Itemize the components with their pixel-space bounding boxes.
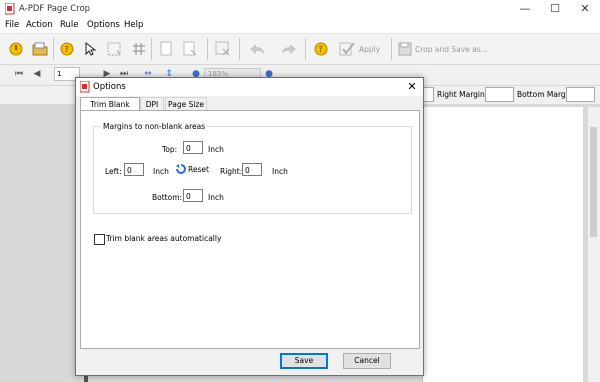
bottom-margin-input[interactable] (566, 87, 595, 102)
first-page-icon: ⏮ (14, 69, 24, 79)
rule-icon: ? (314, 42, 328, 56)
app-icon (5, 3, 15, 15)
left-unit: Inch (153, 167, 169, 176)
toolbar-separator (391, 38, 392, 60)
prev-page-button[interactable]: ◀ (30, 67, 44, 81)
reset-refresh-icon (176, 164, 186, 174)
new-icon (9, 42, 23, 56)
page-edit-button[interactable] (180, 39, 200, 59)
reset-button[interactable]: Reset (176, 164, 209, 174)
toolbar-separator (239, 38, 240, 60)
top-unit: Inch (208, 145, 224, 154)
delete-icon (215, 41, 230, 56)
left-margin-field[interactable]: 0 (124, 163, 144, 176)
dialog-app-icon (80, 81, 90, 93)
cursor-icon (85, 42, 96, 56)
top-label: Top: (162, 145, 178, 154)
help-button[interactable]: ? (57, 39, 77, 59)
toolbar-separator (207, 38, 208, 60)
dialog-close-button[interactable]: ✕ (402, 78, 422, 96)
menu-file[interactable]: File (5, 20, 19, 30)
tab-panel: Margins to non-blank areas Top: 0 Inch L… (80, 110, 420, 349)
delete-crop-button[interactable] (213, 39, 233, 59)
question-icon: ? (60, 42, 74, 56)
options-dialog: Options ✕ Trim Blank Areas DPI Page Size… (75, 77, 424, 376)
menu-action[interactable]: Action (26, 20, 53, 30)
page-button[interactable] (156, 39, 176, 59)
dialog-title: Options (93, 82, 126, 92)
dialog-title-bar (76, 78, 423, 96)
crop-save-label: Crop and Save as... (415, 44, 488, 54)
trim-auto-label[interactable]: Trim blank areas automatically (106, 234, 221, 243)
apply-label: Apply (359, 44, 381, 54)
toolbar-separator (305, 38, 306, 60)
save-disk-icon (398, 42, 412, 56)
grid-button[interactable] (129, 39, 149, 59)
minimize-button[interactable]: — (510, 0, 540, 18)
menu-rule[interactable]: Rule (60, 20, 79, 30)
reset-label: Reset (188, 164, 209, 174)
cancel-button[interactable]: Cancel (343, 353, 391, 369)
undo-button[interactable] (247, 39, 267, 59)
crop-save-button[interactable]: Crop and Save as... (398, 39, 488, 59)
right-label: Right: (220, 167, 243, 176)
redo-icon (282, 44, 296, 54)
save-button[interactable]: Save (280, 353, 328, 369)
apply-button[interactable]: Apply (339, 39, 385, 59)
close-button[interactable]: ✕ (570, 0, 600, 18)
top-margin-field[interactable]: 0 (183, 141, 203, 154)
margins-group-title: Margins to non-blank areas (101, 122, 208, 131)
right-margin-field[interactable]: 0 (242, 163, 262, 176)
maximize-button[interactable]: ☐ (540, 0, 570, 18)
left-label: Left: (105, 167, 122, 176)
first-page-button[interactable]: ⏮ (12, 67, 26, 81)
right-unit: Inch (272, 167, 288, 176)
crop-rect-button[interactable] (104, 39, 124, 59)
undo-icon (250, 44, 264, 54)
apply-check-icon (339, 42, 355, 56)
right-margin-label: Right Margin: (437, 90, 488, 99)
trim-auto-checkbox[interactable] (94, 234, 105, 245)
app-title: A-PDF Page Crop (19, 4, 91, 14)
svg-text:?: ? (319, 45, 323, 54)
page-icon (160, 41, 172, 56)
toolbar-separator (53, 38, 54, 60)
prev-page-icon: ◀ (33, 69, 41, 79)
bottom-unit: Inch (208, 193, 224, 202)
right-margin-input[interactable] (485, 87, 514, 102)
select-tool-button[interactable] (80, 39, 100, 59)
open-folder-icon (32, 42, 48, 56)
grid-icon (133, 43, 145, 55)
bottom-label: Bottom: (152, 193, 183, 202)
redo-button[interactable] (279, 39, 299, 59)
bottom-margin-field[interactable]: 0 (183, 189, 203, 202)
page-edit-icon (183, 41, 197, 56)
new-button[interactable] (6, 39, 26, 59)
toolbar-separator (151, 38, 152, 60)
rule-button[interactable]: ? (311, 39, 331, 59)
open-button[interactable] (30, 39, 50, 59)
menu-help[interactable]: Help (124, 20, 143, 30)
scrollbar-thumb[interactable] (590, 127, 597, 237)
page-preview[interactable] (422, 107, 583, 382)
tab-dpi[interactable]: DPI (140, 97, 164, 111)
menu-options[interactable]: Options (87, 20, 120, 30)
svg-text:?: ? (65, 45, 69, 54)
tab-page-size[interactable]: Page Size (165, 97, 207, 111)
crop-rect-icon (107, 42, 121, 56)
